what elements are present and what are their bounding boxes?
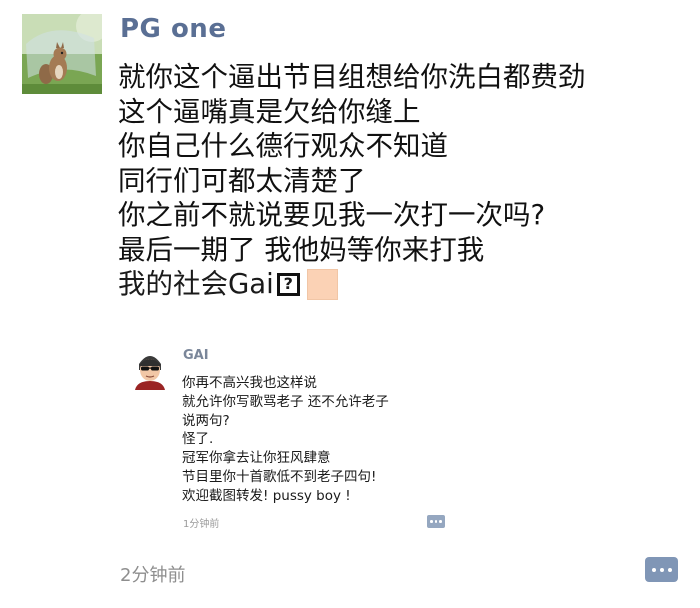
embedded-line: 你再不高兴我也这样说 [182, 375, 317, 391]
comment-dots-icon[interactable] [645, 557, 678, 582]
skin-tone-emoji-icon [306, 268, 338, 300]
embedded-author-name[interactable]: GAI [183, 348, 209, 363]
post-author-name[interactable]: PG one [120, 14, 226, 44]
embedded-line: 就允许你写歌骂老子 还不允许老子 [182, 393, 389, 410]
embedded-line: 欢迎截图转发! pussy boy ! [182, 487, 351, 504]
embedded-line: 说两句? [182, 412, 230, 429]
post-last-line: 我的社会Gai ? [118, 267, 678, 302]
embedded-line: 冠军你拿去让你狂风肆意 [182, 450, 331, 467]
post-line: 最后一期了 我他妈等你来打我 [118, 233, 485, 266]
comment-dots-icon[interactable] [427, 515, 445, 528]
missing-emoji-icon: ? [276, 272, 300, 296]
comment-dots [427, 515, 445, 528]
post-line: 我的社会Gai [118, 268, 274, 300]
embedded-post-body: 你再不高兴我也这样说 就允许你写歌骂老子 还不允许老子 说两句? 怪了. 冠军你… [182, 374, 482, 506]
post-line: 你之前不就说要见我一次打一次吗? [118, 199, 546, 231]
embedded-timestamp: 1分钟前 [183, 519, 220, 530]
sunglasses-man-avatar-icon[interactable] [133, 350, 167, 390]
squirrel-avatar-icon[interactable] [22, 14, 102, 94]
post-line: 这个逼嘴真是欠给你缝上 [118, 95, 421, 128]
post-line: 你自己什么德行观众不知道 [118, 130, 448, 162]
comment-dots [645, 557, 678, 582]
post-line: 就你这个逼出节目组想给你洗白都费劲 [118, 61, 586, 93]
embedded-line: 怪了. [182, 431, 214, 448]
post-body: 就你这个逼出节目组想给你洗白都费劲 这个逼嘴真是欠给你缝上 你自己什么德行观众不… [118, 60, 678, 302]
post-timestamp: 2分钟前 [120, 565, 186, 586]
post-line: 同行们可都太清楚了 [118, 164, 366, 197]
embedded-line: 节目里你十首歌低不到老子四句! [182, 468, 377, 485]
